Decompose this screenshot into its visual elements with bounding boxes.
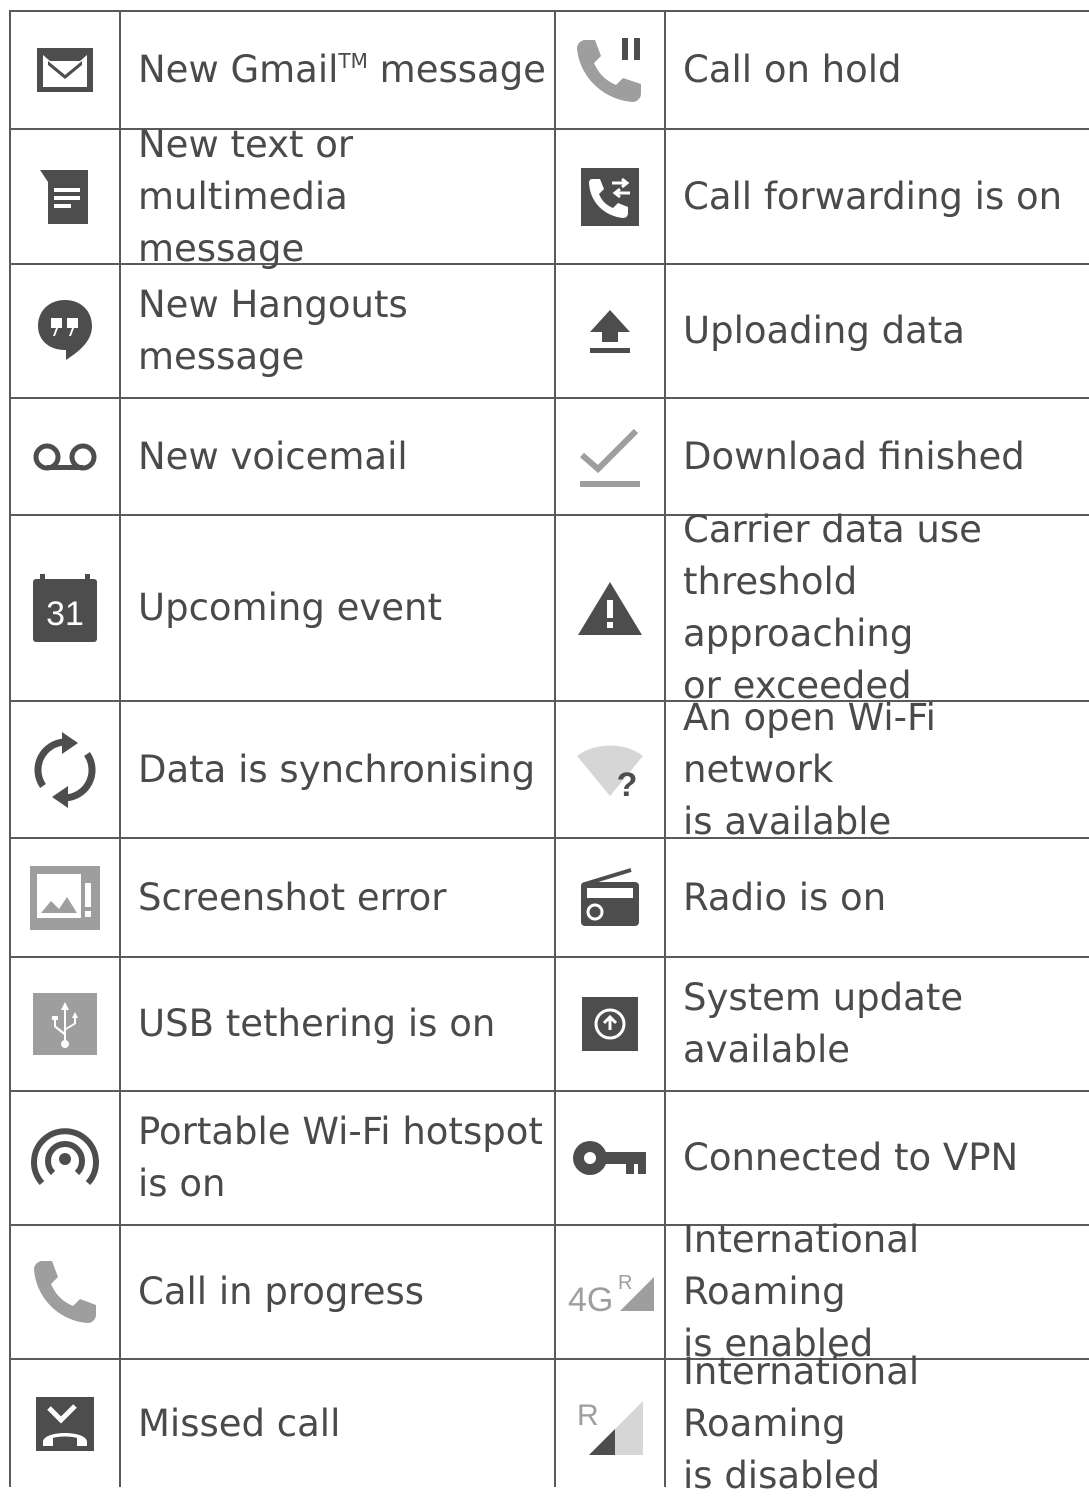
- cell-label: New voicemail: [138, 434, 408, 478]
- upload-icon: [556, 265, 664, 397]
- column-divider: [119, 10, 121, 1487]
- cell-label: Download finished: [683, 434, 1025, 478]
- hotspot-icon: [11, 1092, 119, 1224]
- sync-icon: [11, 702, 119, 837]
- phone-icon: [11, 1226, 119, 1358]
- warning-icon: [556, 516, 664, 700]
- cell-label: Connected to VPN: [683, 1136, 1019, 1179]
- cell-label: Data is synchronising: [138, 747, 536, 791]
- svg-text:?: ?: [617, 766, 638, 798]
- cell-label: Call on hold: [683, 48, 902, 91]
- screenshot-error-icon: [11, 839, 119, 956]
- cell-label: International Roaming is enabled: [683, 1218, 920, 1365]
- cell-label: Radio is on: [683, 875, 887, 919]
- gmail-icon: [11, 12, 119, 128]
- network-type-label: 4G: [568, 1281, 613, 1317]
- download-done-icon: [556, 399, 664, 514]
- system-update-icon: [556, 958, 664, 1090]
- cell-label: International Roaming is disabled: [683, 1349, 920, 1497]
- roaming-indicator: R: [618, 1272, 632, 1294]
- wifi-question-icon: ?: [556, 702, 664, 837]
- cell-label: Uploading data: [683, 309, 965, 352]
- cell-label: Missed call: [138, 1401, 341, 1445]
- radio-icon: [556, 839, 664, 956]
- cell-label: New Hangouts message: [138, 283, 408, 378]
- cell-label: Upcoming event: [138, 586, 442, 629]
- cell-label: USB tethering is on: [138, 1002, 496, 1045]
- cell-label: New text or multimedia message: [138, 122, 354, 270]
- calendar-icon: 31: [11, 516, 119, 700]
- cell-label: System update available: [683, 976, 964, 1071]
- roaming-indicator: R: [577, 1399, 599, 1432]
- vpn-key-icon: [556, 1092, 664, 1224]
- missed-call-icon: [11, 1360, 119, 1487]
- roaming-4g-icon: 4G R: [556, 1226, 664, 1358]
- roaming-disabled-icon: R: [556, 1360, 664, 1487]
- cell-label: Screenshot error: [138, 875, 447, 919]
- cell-label: An open Wi-Fi network is available: [683, 695, 936, 843]
- usb-icon: [11, 958, 119, 1090]
- cell-label: Call forwarding is on: [683, 174, 1063, 218]
- hangouts-icon: [11, 265, 119, 397]
- call-forward-icon: [556, 130, 664, 263]
- cell-label: Call in progress: [138, 1270, 425, 1313]
- text-message-icon: [11, 130, 119, 263]
- calendar-day: 31: [46, 595, 84, 633]
- cell-label: Carrier data use threshold approaching o…: [683, 508, 982, 707]
- cell-label: Portable Wi-Fi hotspot is on: [138, 1110, 543, 1205]
- voicemail-icon: [11, 399, 119, 514]
- call-hold-icon: [556, 12, 664, 128]
- column-divider: [664, 10, 666, 1487]
- cell-label: New GmailTM message: [138, 48, 546, 91]
